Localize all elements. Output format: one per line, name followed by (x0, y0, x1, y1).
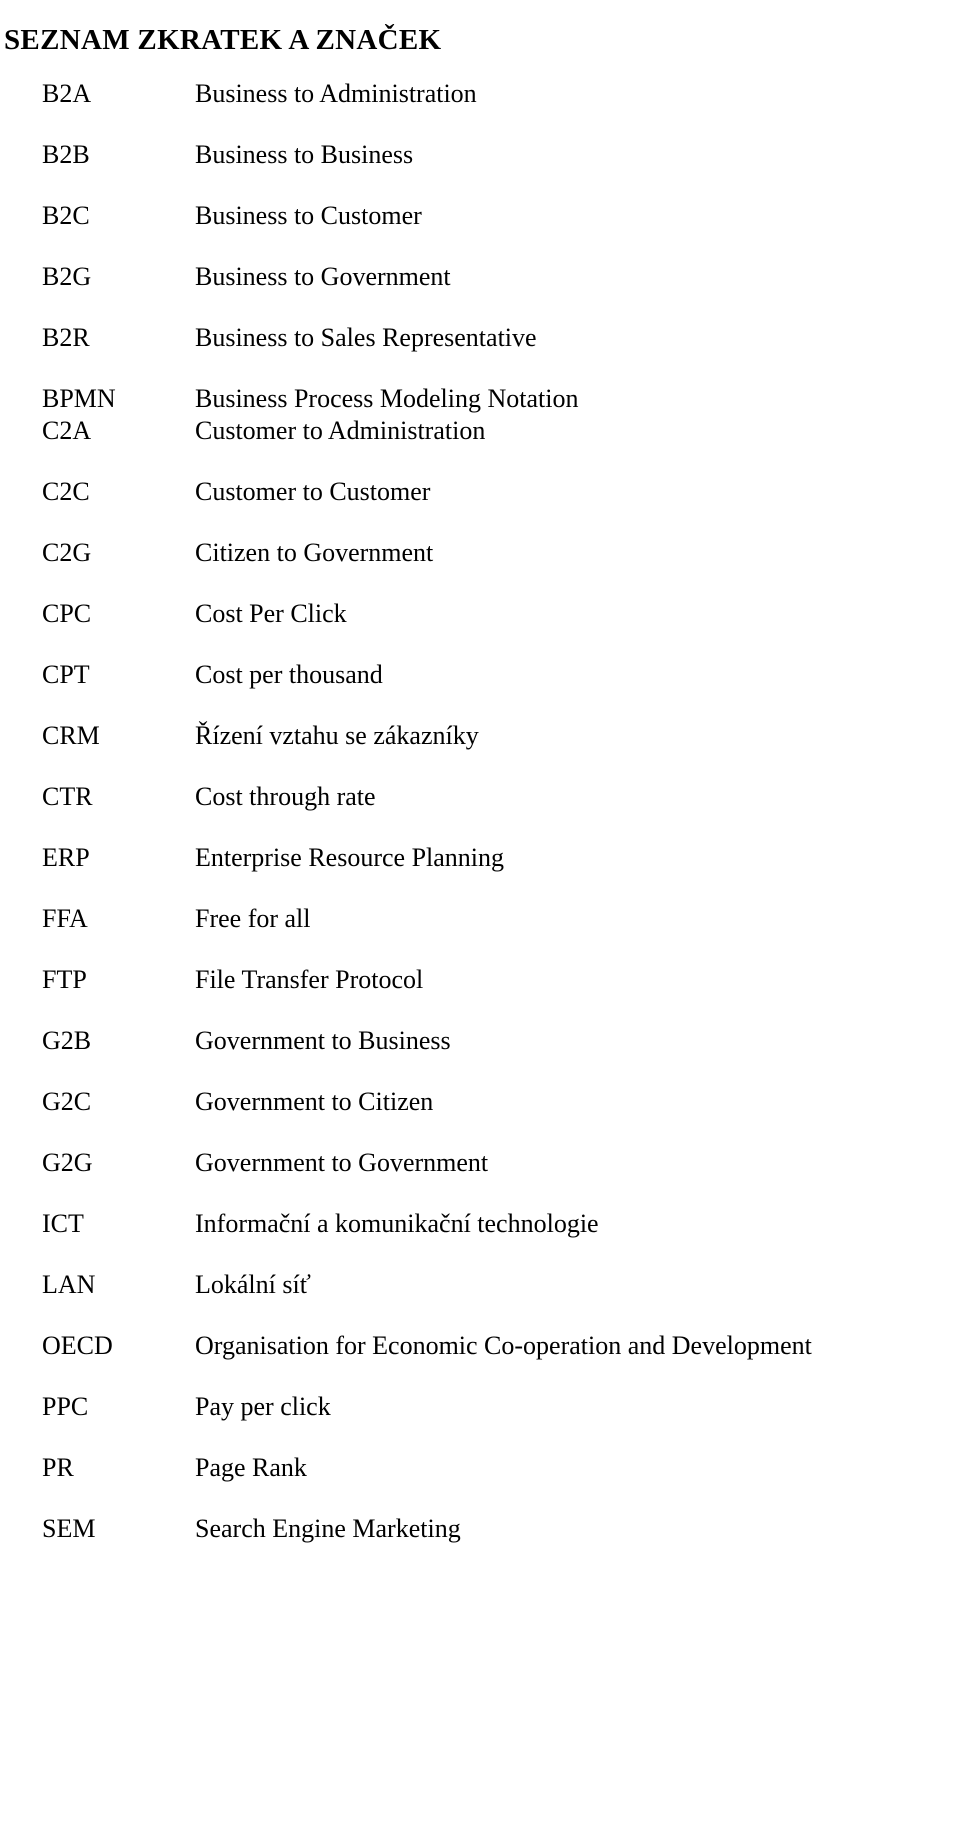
abbreviation-definition: Pay per click (195, 1392, 331, 1421)
abbreviation-row: B2G Business to Government (0, 261, 960, 322)
abbreviation-term: C2A (42, 416, 92, 445)
abbreviation-term: ICT (42, 1209, 84, 1238)
abbreviation-term: CPC (42, 599, 92, 628)
abbreviation-definition: Cost through rate (195, 782, 376, 811)
abbreviation-definition: Lokální síť (195, 1270, 311, 1299)
abbreviation-term: SEM (42, 1514, 96, 1543)
document-page: SEZNAM ZKRATEK A ZNAČEK B2A Business to A… (0, 0, 960, 1827)
abbreviation-term: OECD (42, 1331, 113, 1360)
abbreviation-row: OECD Organisation for Economic Co-operati… (0, 1330, 960, 1391)
abbreviation-term: C2C (42, 477, 90, 506)
abbreviation-definition: Business to Business (195, 140, 414, 169)
abbreviation-row: ICT Informační a komunikační technologie (0, 1208, 960, 1269)
abbreviation-term: B2B (42, 140, 90, 169)
abbreviation-term: PR (42, 1453, 74, 1482)
abbreviation-term: PPC (42, 1392, 89, 1421)
abbreviation-definition: Cost per thousand (195, 660, 383, 689)
abbreviation-term: LAN (42, 1270, 96, 1299)
abbreviation-term: B2G (42, 262, 92, 291)
abbreviation-definition: Informační a komunikační technologie (195, 1209, 599, 1238)
abbreviation-row: G2C Government to Citizen (0, 1086, 960, 1147)
abbreviation-row: B2R Business to Sales Representative (0, 322, 960, 383)
abbreviation-row: B2C Business to Customer (0, 200, 960, 261)
abbreviation-row: FFA Free for all (0, 903, 960, 964)
abbreviation-term: ERP (42, 843, 90, 872)
abbreviation-term: B2R (42, 323, 90, 352)
abbreviation-row: CPC Cost Per Click (0, 598, 960, 659)
abbreviation-definition: File Transfer Protocol (195, 965, 424, 994)
abbreviation-definition: Business to Customer (195, 201, 422, 230)
abbreviation-term: BPMN (42, 384, 116, 413)
abbreviation-definition: Organisation for Economic Co-operation a… (195, 1331, 812, 1360)
abbreviation-row: FTP File Transfer Protocol (0, 964, 960, 1025)
abbreviation-row: CRM Řízení vztahu se zákazníky (0, 720, 960, 781)
abbreviation-term: CRM (42, 721, 100, 750)
abbreviation-row: CPT Cost per thousand (0, 659, 960, 720)
abbreviation-definition: Government to Government (195, 1148, 489, 1177)
abbreviation-row: CTR Cost through rate (0, 781, 960, 842)
abbreviation-definition: Business Process Modeling Notation (195, 384, 579, 413)
abbreviation-definition: Search Engine Marketing (195, 1514, 461, 1543)
abbreviation-definition: Řízení vztahu se zákazníky (195, 721, 479, 750)
abbreviation-definition: Business to Administration (195, 79, 477, 108)
abbreviation-definition: Free for all (195, 904, 311, 933)
abbreviation-row: SEM Search Engine Marketing (0, 1513, 960, 1574)
abbreviation-row: B2B Business to Business (0, 139, 960, 200)
abbreviation-term: G2B (42, 1026, 92, 1055)
abbreviation-term: B2C (42, 201, 90, 230)
abbreviation-term: CPT (42, 660, 90, 689)
abbreviation-definition: Page Rank (195, 1453, 307, 1482)
abbreviation-row: PPC Pay per click (0, 1391, 960, 1452)
abbreviation-definition: Customer to Customer (195, 477, 431, 506)
page-title: SEZNAM ZKRATEK A ZNAČEK (4, 24, 442, 57)
abbreviation-definition: Government to Citizen (195, 1087, 434, 1116)
abbreviation-definition: Business to Government (195, 262, 451, 291)
abbreviation-definition: Citizen to Government (195, 538, 434, 567)
abbreviation-row: G2B Government to Business (0, 1025, 960, 1086)
abbreviation-definition: Business to Sales Representative (195, 323, 537, 352)
abbreviation-row: LAN Lokální síť (0, 1269, 960, 1330)
abbreviation-row: PR Page Rank (0, 1452, 960, 1513)
abbreviation-definition: Cost Per Click (195, 599, 347, 628)
abbreviation-row: BPMN Business Process Modeling Notation (0, 383, 960, 415)
abbreviation-row: C2C Customer to Customer (0, 476, 960, 537)
abbreviation-term: G2G (42, 1148, 93, 1177)
abbreviation-definition: Government to Business (195, 1026, 451, 1055)
abbreviation-row: C2A Customer to Administration (0, 415, 960, 476)
abbreviation-term: B2A (42, 79, 92, 108)
abbreviation-row: C2G Citizen to Government (0, 537, 960, 598)
abbreviation-term: C2G (42, 538, 92, 567)
abbreviation-definition: Enterprise Resource Planning (195, 843, 505, 872)
abbreviation-term: G2C (42, 1087, 92, 1116)
abbreviation-term: FTP (42, 965, 87, 994)
abbreviation-row: B2A Business to Administration (0, 78, 960, 139)
abbreviation-definition: Customer to Administration (195, 416, 486, 445)
abbreviation-row: ERP Enterprise Resource Planning (0, 842, 960, 903)
abbreviation-row: G2G Government to Government (0, 1147, 960, 1208)
abbreviation-term: CTR (42, 782, 93, 811)
abbreviation-term: FFA (42, 904, 88, 933)
abbreviation-list: B2A Business to Administration B2B Business… (0, 78, 960, 1574)
